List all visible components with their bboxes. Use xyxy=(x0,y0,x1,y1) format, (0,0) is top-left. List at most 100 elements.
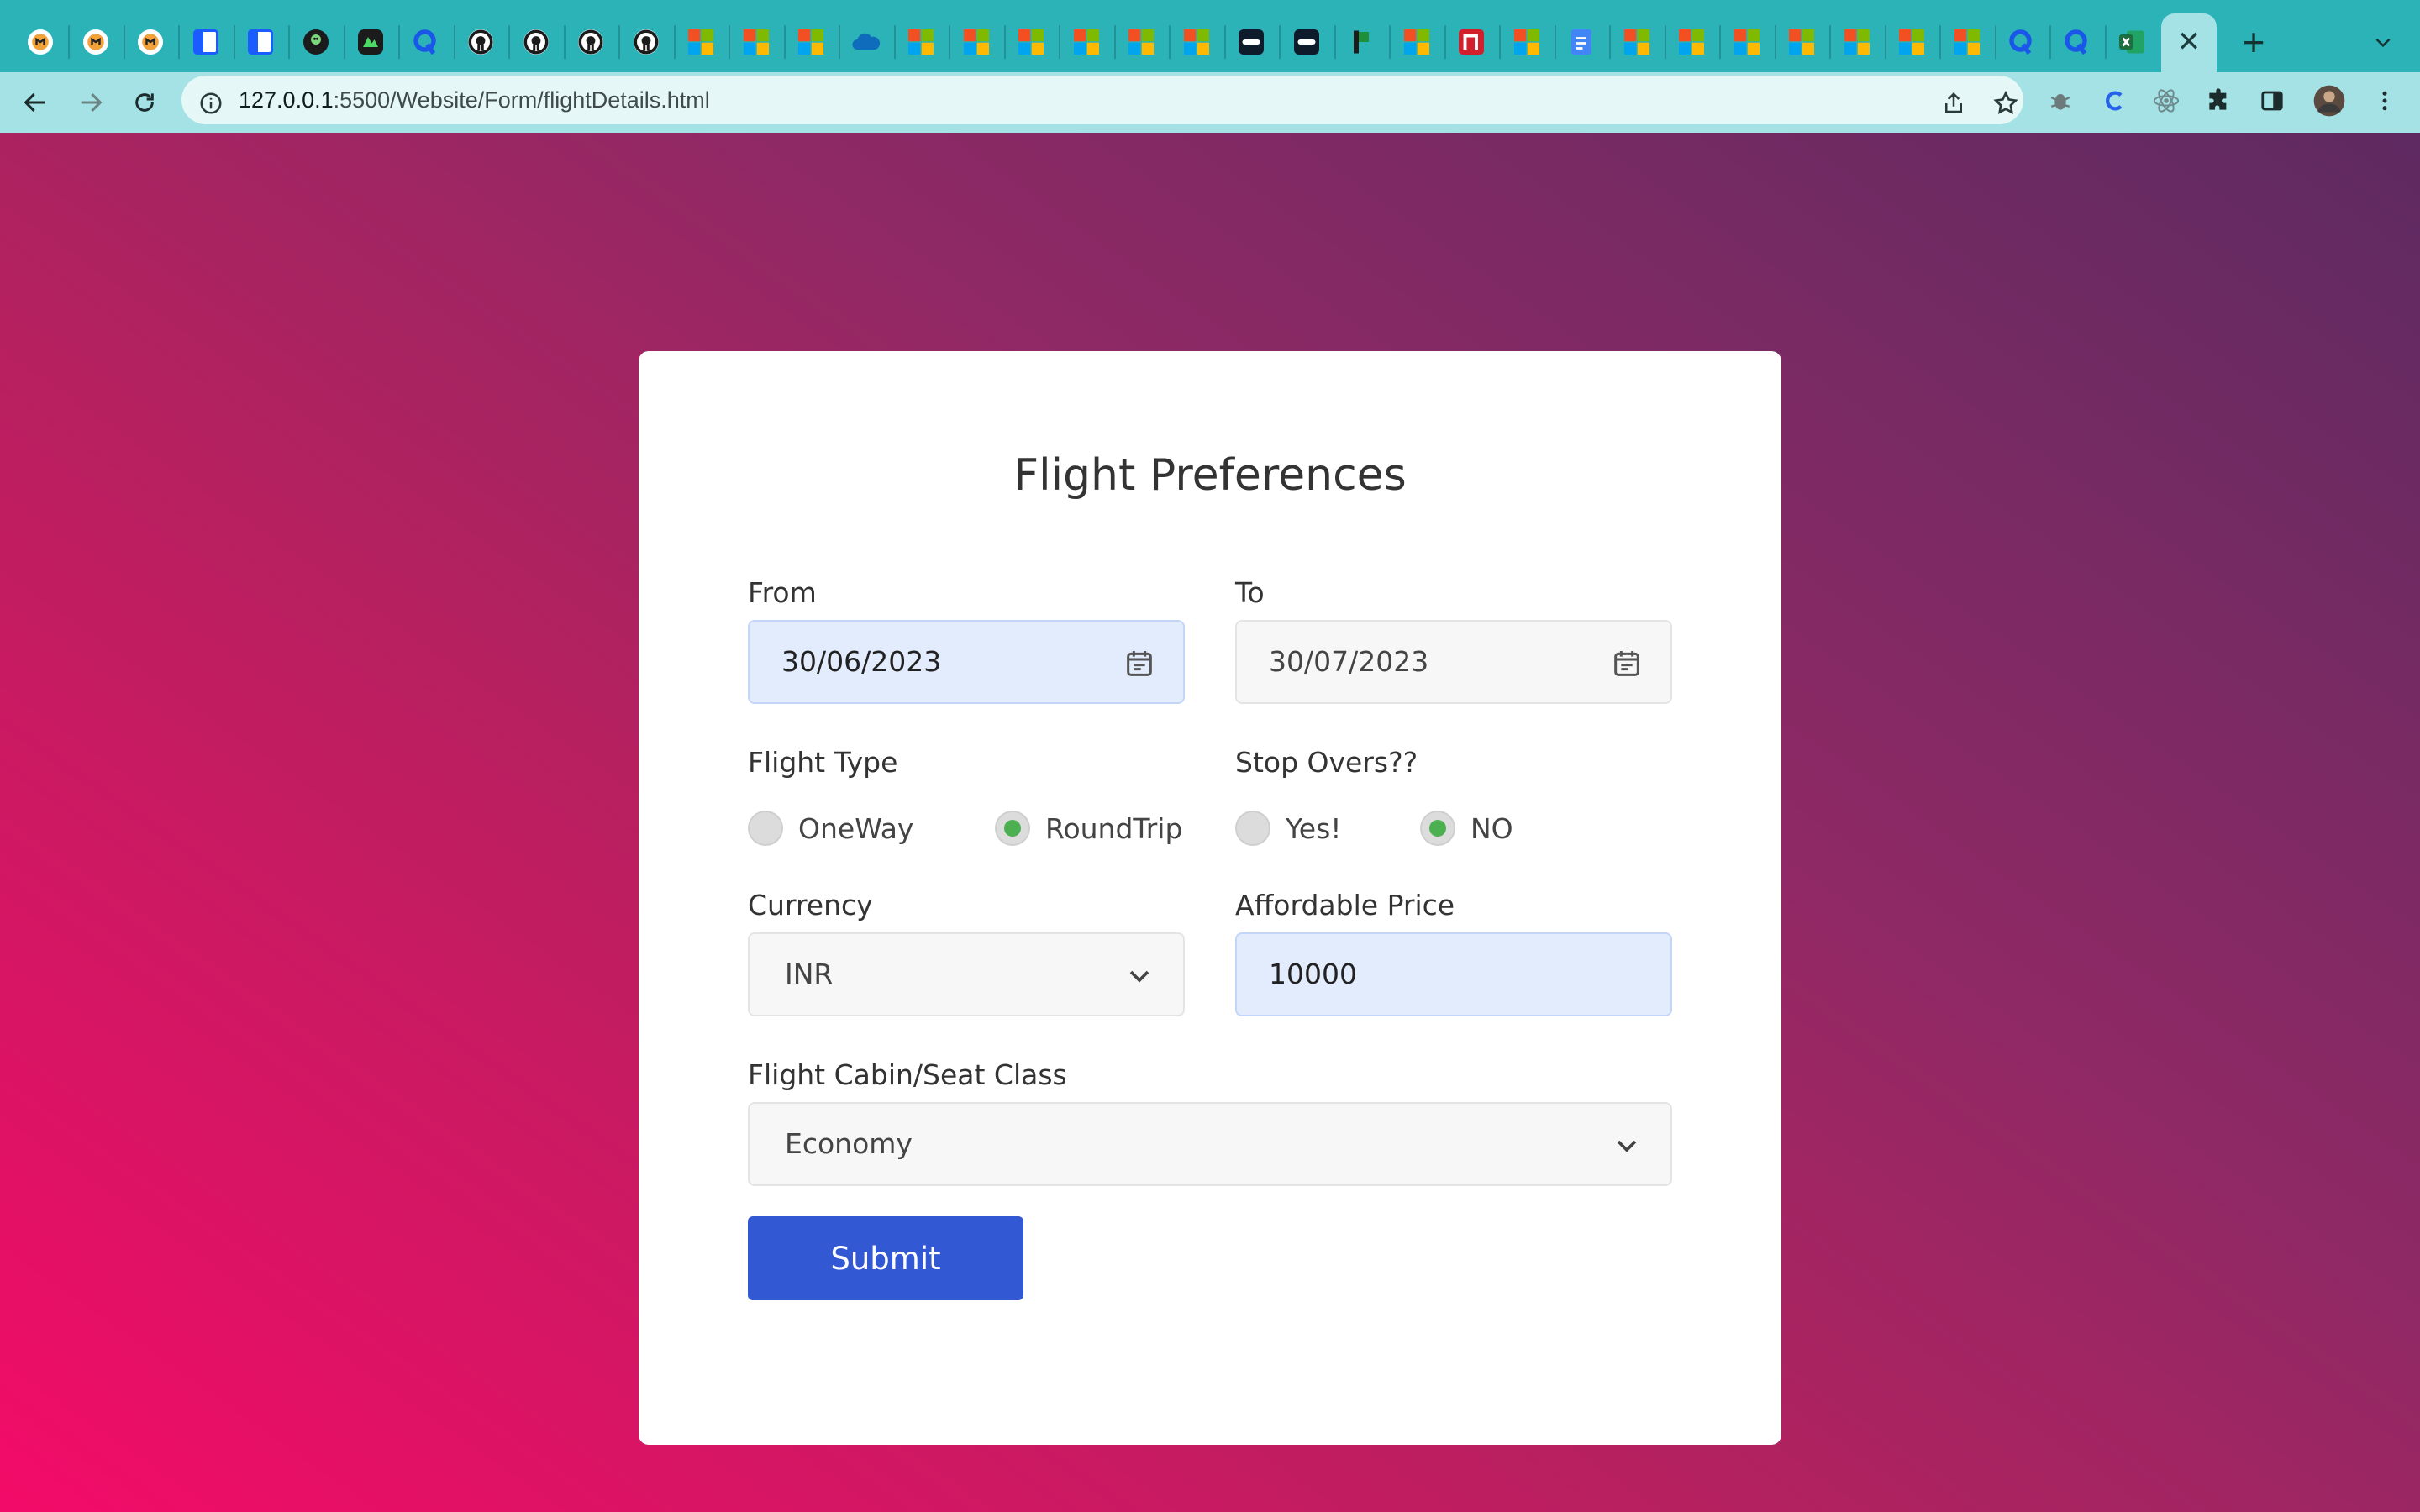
more-menu-icon[interactable] xyxy=(2368,84,2402,118)
tab-divider xyxy=(1223,25,1226,59)
radio-roundtrip[interactable]: RoundTrip xyxy=(995,807,1182,849)
affordable-price-input[interactable]: 10000 xyxy=(1235,932,1672,1016)
back-button[interactable] xyxy=(17,84,54,121)
green-app-icon[interactable] xyxy=(354,25,387,59)
microsoft-icon[interactable] xyxy=(1895,25,1928,59)
radio-oneway-label[interactable]: OneWay xyxy=(798,812,913,845)
cabin-class-select[interactable]: Economy xyxy=(748,1102,1672,1186)
microsoft-icon[interactable] xyxy=(1400,25,1434,59)
react-devtools-icon[interactable] xyxy=(2149,84,2183,118)
radio-circle-selected[interactable] xyxy=(995,811,1030,846)
tab-divider xyxy=(1829,25,1831,59)
to-label: To xyxy=(1235,576,1265,609)
radio-yes[interactable]: Yes! xyxy=(1235,807,1342,849)
microsoft-icon[interactable] xyxy=(1124,25,1158,59)
microsoft-icon[interactable] xyxy=(794,25,828,59)
tab-divider xyxy=(1719,25,1721,59)
reload-button[interactable] xyxy=(126,84,163,121)
quora-q-icon[interactable] xyxy=(409,25,443,59)
forward-button[interactable] xyxy=(72,84,109,121)
tab-divider xyxy=(1003,25,1006,59)
microsoft-icon[interactable] xyxy=(1675,25,1708,59)
quora-q-icon[interactable] xyxy=(2060,25,2094,59)
chevron-down-icon xyxy=(1617,1140,1637,1152)
microsoft-icon[interactable] xyxy=(1070,25,1103,59)
tab-divider xyxy=(123,25,125,59)
site-info-icon[interactable] xyxy=(198,91,224,116)
tab-divider xyxy=(1664,25,1666,59)
bug-extension-icon[interactable] xyxy=(2044,84,2077,118)
url-text[interactable]: 127.0.0.1:5500/Website/Form/flightDetail… xyxy=(239,87,710,113)
tab-divider xyxy=(1554,25,1556,59)
github-icon[interactable] xyxy=(464,25,497,59)
microsoft-icon[interactable] xyxy=(1620,25,1654,59)
microsoft-icon[interactable] xyxy=(904,25,938,59)
tab-divider xyxy=(453,25,455,59)
calendar-icon[interactable] xyxy=(1123,647,1156,680)
microsoft-icon[interactable] xyxy=(1840,25,1874,59)
moodle-icon[interactable] xyxy=(24,25,57,59)
tab-divider xyxy=(2104,25,2107,59)
radio-no-label[interactable]: NO xyxy=(1470,812,1513,845)
currency-select[interactable]: INR xyxy=(748,932,1185,1016)
tab-divider xyxy=(673,25,676,59)
bookmark-star-icon[interactable] xyxy=(1990,87,2022,119)
dark-pill-icon[interactable] xyxy=(1234,25,1268,59)
tab-divider xyxy=(783,25,786,59)
radio-roundtrip-label[interactable]: RoundTrip xyxy=(1045,812,1182,845)
tab-divider xyxy=(1389,25,1391,59)
from-date-input[interactable]: 30/06/2023 xyxy=(748,620,1185,704)
tab-divider xyxy=(1499,25,1501,59)
to-date-input[interactable]: 30/07/2023 xyxy=(1235,620,1672,704)
microsoft-icon[interactable] xyxy=(1785,25,1818,59)
github-icon[interactable] xyxy=(629,25,663,59)
onedrive-cloud-icon[interactable] xyxy=(850,25,883,59)
microsoft-icon[interactable] xyxy=(1950,25,1984,59)
moodle-icon[interactable] xyxy=(134,25,167,59)
moodle-icon[interactable] xyxy=(79,25,113,59)
tab-divider xyxy=(839,25,840,59)
dark-pill-icon[interactable] xyxy=(1290,25,1323,59)
tab-divider xyxy=(288,25,290,59)
radio-circle[interactable] xyxy=(748,811,783,846)
quora-q-icon[interactable] xyxy=(2005,25,2039,59)
sidebar-doc-icon[interactable] xyxy=(244,25,277,59)
microsoft-icon[interactable] xyxy=(960,25,993,59)
reload-icon xyxy=(135,93,154,112)
red-n-icon[interactable] xyxy=(1455,25,1488,59)
close-tab-button[interactable]: ✕ xyxy=(2176,25,2202,59)
submit-button[interactable]: Submit xyxy=(748,1216,1023,1300)
sidebar-toggle-icon[interactable] xyxy=(2255,84,2289,118)
radio-yes-label[interactable]: Yes! xyxy=(1286,812,1342,845)
microsoft-icon[interactable] xyxy=(739,25,773,59)
microsoft-icon[interactable] xyxy=(1014,25,1048,59)
google-docs-icon[interactable] xyxy=(1565,25,1598,59)
chevron-down-icon xyxy=(1129,970,1150,983)
c-extension-icon[interactable] xyxy=(2097,84,2131,118)
microsoft-icon[interactable] xyxy=(1510,25,1544,59)
tab-divider xyxy=(508,25,510,59)
tab-divider xyxy=(1939,25,1941,59)
radio-oneway[interactable]: OneWay xyxy=(748,807,913,849)
octopus-icon[interactable] xyxy=(299,25,333,59)
microsoft-icon[interactable] xyxy=(684,25,718,59)
tab-search-chevron-icon[interactable] xyxy=(2368,25,2398,59)
excel-icon[interactable] xyxy=(2115,25,2149,59)
microsoft-icon[interactable] xyxy=(1180,25,1213,59)
url-host: 127.0.0.1 xyxy=(239,87,334,113)
share-icon[interactable] xyxy=(1938,87,1970,119)
radio-circle[interactable] xyxy=(1235,811,1270,846)
github-icon[interactable] xyxy=(519,25,553,59)
github-icon[interactable] xyxy=(574,25,608,59)
puzzle-extensions-icon[interactable] xyxy=(2202,84,2235,118)
radio-no[interactable]: NO xyxy=(1420,807,1513,849)
tab-strip: ✕ + xyxy=(0,0,2420,72)
calendar-icon[interactable] xyxy=(1610,647,1644,680)
microsoft-icon[interactable] xyxy=(1730,25,1764,59)
address-bar[interactable]: 127.0.0.1:5500/Website/Form/flightDetail… xyxy=(182,76,2023,124)
radio-circle-selected[interactable] xyxy=(1420,811,1455,846)
sidebar-doc-icon[interactable] xyxy=(189,25,223,59)
profile-avatar[interactable] xyxy=(2312,84,2346,118)
new-tab-button[interactable]: + xyxy=(2235,20,2272,64)
green-flag-icon[interactable] xyxy=(1344,25,1378,59)
